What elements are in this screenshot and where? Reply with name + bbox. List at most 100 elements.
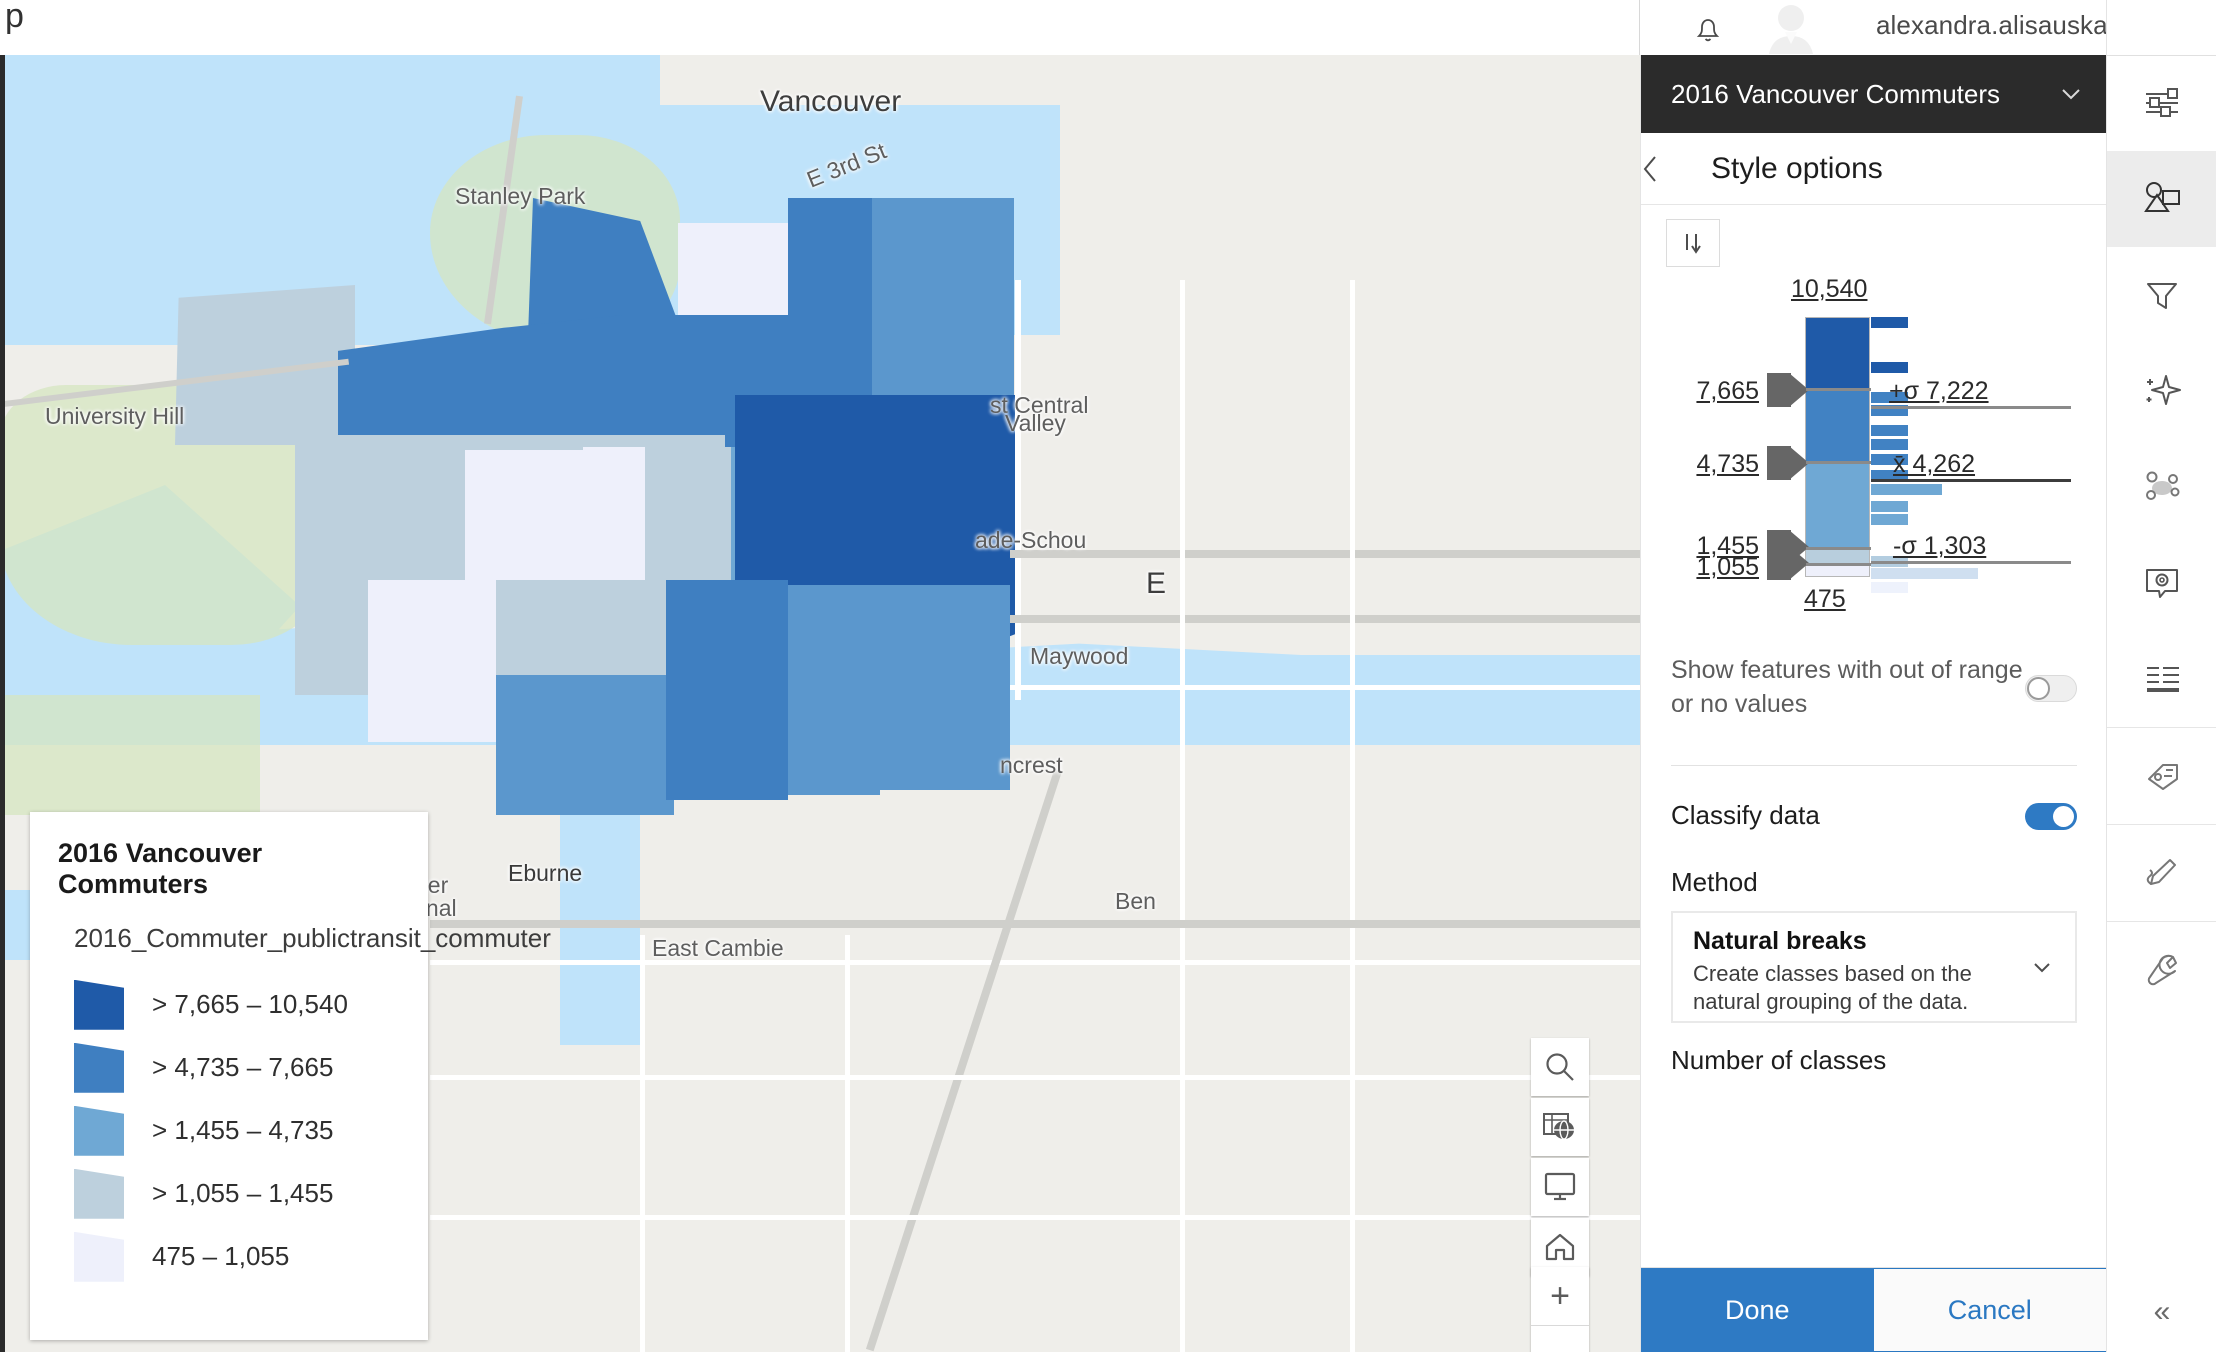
- classification-histogram[interactable]: 10,540 475 7,665 4,735 1,455 1,055 +σ 7,…: [1641, 205, 2107, 625]
- user-avatar-icon[interactable]: [1763, 0, 1819, 55]
- stat-plus-sigma-line: [1871, 406, 2071, 409]
- panel-layer-header[interactable]: 2016 Vancouver Commuters: [1641, 55, 2107, 133]
- chevron-left-icon[interactable]: [1641, 154, 1697, 184]
- effects-icon[interactable]: [2107, 343, 2216, 439]
- map-label: University Hill: [45, 403, 185, 429]
- map-polygon[interactable]: [496, 580, 666, 682]
- map-road: [430, 960, 1640, 965]
- break-handle-1[interactable]: [1767, 373, 1809, 407]
- break-handle-2[interactable]: [1767, 446, 1809, 480]
- zoom-controls[interactable]: + −: [1531, 1267, 1589, 1352]
- map-polygon[interactable]: [666, 580, 788, 800]
- map-label: Stanley Park: [455, 183, 586, 209]
- histogram-bar: [1871, 317, 1909, 328]
- wrench-icon[interactable]: [2107, 922, 2216, 1018]
- legend-class-row: 475 – 1,055: [74, 1225, 400, 1288]
- break-line-1: [1806, 388, 1871, 391]
- panel-footer: Done Cancel: [1641, 1267, 2107, 1352]
- map-road: [845, 935, 850, 1352]
- stat-mean-line: [1871, 479, 2071, 482]
- map-road: [430, 1075, 1640, 1080]
- map-label: East Cambie: [652, 935, 784, 961]
- edit-icon[interactable]: [2107, 825, 2216, 921]
- map-label: ncrest: [1000, 752, 1063, 778]
- legend-color-swatch: [74, 1168, 124, 1219]
- tool-rail: «: [2106, 0, 2216, 1352]
- break-handle-4[interactable]: [1767, 546, 1809, 580]
- break-value-4[interactable]: 1,055: [1661, 553, 1759, 582]
- labels-icon[interactable]: [2107, 631, 2216, 727]
- map-label: E: [1146, 567, 1167, 600]
- zoom-in-icon[interactable]: +: [1531, 1267, 1589, 1325]
- histogram-bar: [1871, 484, 1942, 496]
- show-out-of-range-label: Show features with out of range or no va…: [1671, 656, 2023, 718]
- map-road: [1180, 280, 1185, 1352]
- histogram-bar: [1871, 439, 1909, 451]
- map-road: [430, 920, 1640, 928]
- histogram-bar: [1871, 581, 1909, 593]
- display-icon[interactable]: [1531, 1158, 1589, 1216]
- notification-bell-icon[interactable]: [1686, 6, 1730, 50]
- map-road: [1010, 685, 1640, 690]
- search-icon[interactable]: [1531, 1038, 1589, 1096]
- number-of-classes-label: Number of classes: [1671, 1045, 1887, 1075]
- tags-icon[interactable]: [2107, 728, 2216, 824]
- username-label[interactable]: alexandra.alisauskas: [1876, 10, 2121, 41]
- ramp-segment[interactable]: [1806, 318, 1869, 390]
- zoom-in-label: +: [1550, 1277, 1570, 1315]
- legend-class-label: > 1,055 – 1,455: [152, 1178, 334, 1209]
- ramp-segment[interactable]: [1806, 549, 1869, 563]
- break-line-4: [1806, 563, 1871, 566]
- done-button[interactable]: Done: [1641, 1268, 1874, 1352]
- map-road: [640, 935, 645, 1352]
- sliders-icon[interactable]: [2107, 55, 2216, 151]
- map-polygon[interactable]: [788, 735, 880, 795]
- ramp-segment[interactable]: [1806, 390, 1869, 464]
- legend-class-row: > 1,455 – 4,735: [74, 1099, 400, 1162]
- class-ramp-slider[interactable]: [1805, 317, 1870, 577]
- panel-layer-title: 2016 Vancouver Commuters: [1671, 78, 2001, 109]
- popup-icon[interactable]: [2107, 535, 2216, 631]
- map-label: Maywood: [1030, 643, 1129, 669]
- divider: [1671, 765, 2077, 766]
- map-road: [1350, 280, 1355, 1352]
- method-select[interactable]: Natural breaks Create classes based on t…: [1671, 911, 2077, 1023]
- legend-color-swatch: [74, 979, 124, 1030]
- map-green: [0, 695, 260, 815]
- basemap-icon[interactable]: [1531, 1098, 1589, 1156]
- panel-body: 10,540 475 7,665 4,735 1,455 1,055 +σ 7,…: [1641, 205, 2107, 1267]
- break-value-1[interactable]: 7,665: [1661, 377, 1759, 406]
- cancel-button[interactable]: Cancel: [1873, 1268, 2107, 1352]
- chevron-down-icon[interactable]: [2029, 954, 2055, 980]
- map-polygon[interactable]: [496, 675, 674, 815]
- legend-class-label: > 1,455 – 4,735: [152, 1115, 334, 1146]
- chevron-down-icon[interactable]: [2057, 80, 2085, 108]
- collapse-rail-button[interactable]: «: [2107, 1282, 2216, 1342]
- method-label: Method: [1671, 867, 1758, 897]
- legend-color-swatch: [74, 1105, 124, 1156]
- zoom-out-label: −: [1550, 1338, 1570, 1352]
- legend-class-row: > 4,735 – 7,665: [74, 1036, 400, 1099]
- map-label: Valley: [1005, 410, 1066, 436]
- break-value-2[interactable]: 4,735: [1661, 450, 1759, 479]
- style-options-panel: 2016 Vancouver Commuters Style options 1…: [1640, 55, 2107, 1352]
- map-polygon[interactable]: [368, 580, 496, 742]
- classify-data-row: Classify data: [1641, 785, 2107, 847]
- legend-class-row: > 1,055 – 1,455: [74, 1162, 400, 1225]
- histogram-bar: [1871, 425, 1909, 436]
- classify-data-toggle[interactable]: [2025, 802, 2077, 830]
- stat-minus-sigma-label: -σ 1,303: [1893, 532, 1987, 560]
- zoom-out-icon[interactable]: −: [1531, 1326, 1589, 1352]
- map-label: Vancouver: [760, 85, 902, 118]
- map-label: Eburne: [508, 860, 583, 886]
- legend-field-name: 2016_Commuter_publictransit_commuter: [74, 923, 551, 953]
- ramp-segment[interactable]: [1806, 464, 1869, 549]
- styles-icon[interactable]: [2107, 151, 2216, 247]
- filter-icon[interactable]: [2107, 247, 2216, 343]
- method-description: Create classes based on the natural grou…: [1693, 961, 1972, 1014]
- legend-title: 2016 Vancouver Commuters: [58, 838, 263, 899]
- double-chevron-left-icon: «: [2153, 1295, 2171, 1328]
- show-out-of-range-toggle[interactable]: [2025, 674, 2077, 702]
- break-line-2: [1806, 461, 1871, 464]
- cluster-icon[interactable]: [2107, 439, 2216, 535]
